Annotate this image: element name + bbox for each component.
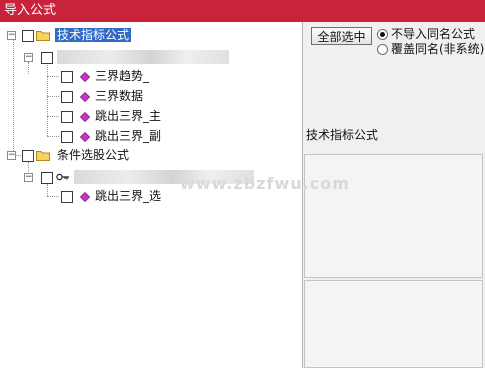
formula-item[interactable]: 跳出三界_主 (95, 109, 161, 123)
radio-unselected-icon[interactable] (377, 44, 388, 55)
formula-tree[interactable]: − 技术指标公式 − 三界趋势_ 三界数据 跳出三界_主 跳出三界_副 − 条件… (0, 22, 302, 368)
group1-collapse-icon[interactable]: − (7, 31, 16, 40)
window-title: 导入公式 (4, 3, 57, 18)
formula-item[interactable]: 跳出三界_选 (95, 189, 161, 203)
radio-selected-icon[interactable] (377, 29, 388, 40)
section-label: 技术指标公式 (306, 128, 379, 142)
radio-label: 不导入同名公式 (391, 27, 476, 41)
group2-collapse-icon[interactable]: − (7, 151, 16, 160)
folder-icon (36, 31, 50, 41)
group1-checkbox[interactable] (22, 30, 34, 42)
formula-item[interactable]: 三界数据 (95, 89, 143, 103)
import-formula-dialog: 导入公式 − 技术指标公式 − 三界趋势_ 三界数据 跳出三界_主 跳出三界_副… (0, 0, 485, 368)
redacted-name (57, 50, 229, 64)
preview-box[interactable] (304, 280, 483, 368)
watermark: www.zbzfwu.com (180, 174, 350, 193)
subgroup1-collapse-icon[interactable]: − (24, 53, 33, 62)
formula-diamond-icon (80, 92, 90, 102)
formula-diamond-icon (80, 192, 90, 202)
group1-label[interactable]: 技术指标公式 (55, 28, 132, 42)
folder-icon (36, 151, 50, 161)
group2-label[interactable]: 条件选股公式 (57, 148, 129, 162)
title-bar: 导入公式 (0, 0, 485, 22)
formula-item[interactable]: 三界趋势_ (95, 69, 149, 83)
item-checkbox[interactable] (61, 131, 73, 143)
formula-diamond-icon (80, 132, 90, 142)
item-checkbox[interactable] (61, 71, 73, 83)
options-panel: 全部选中 不导入同名公式 覆盖同名(非系统) 技术指标公式 (303, 22, 485, 368)
key-icon (56, 173, 69, 181)
description-box[interactable] (304, 154, 483, 278)
formula-diamond-icon (80, 112, 90, 122)
subgroup2-checkbox[interactable] (41, 172, 53, 184)
subgroup2-collapse-icon[interactable]: − (24, 173, 33, 182)
formula-diamond-icon (80, 72, 90, 82)
group2-checkbox[interactable] (22, 150, 34, 162)
formula-item[interactable]: 跳出三界_副 (95, 129, 161, 143)
subgroup1-checkbox[interactable] (41, 52, 53, 64)
radio-label: 覆盖同名(非系统) (391, 42, 485, 56)
select-all-button[interactable]: 全部选中 (311, 27, 372, 45)
item-checkbox[interactable] (61, 91, 73, 103)
item-checkbox[interactable] (61, 111, 73, 123)
item-checkbox[interactable] (61, 191, 73, 203)
